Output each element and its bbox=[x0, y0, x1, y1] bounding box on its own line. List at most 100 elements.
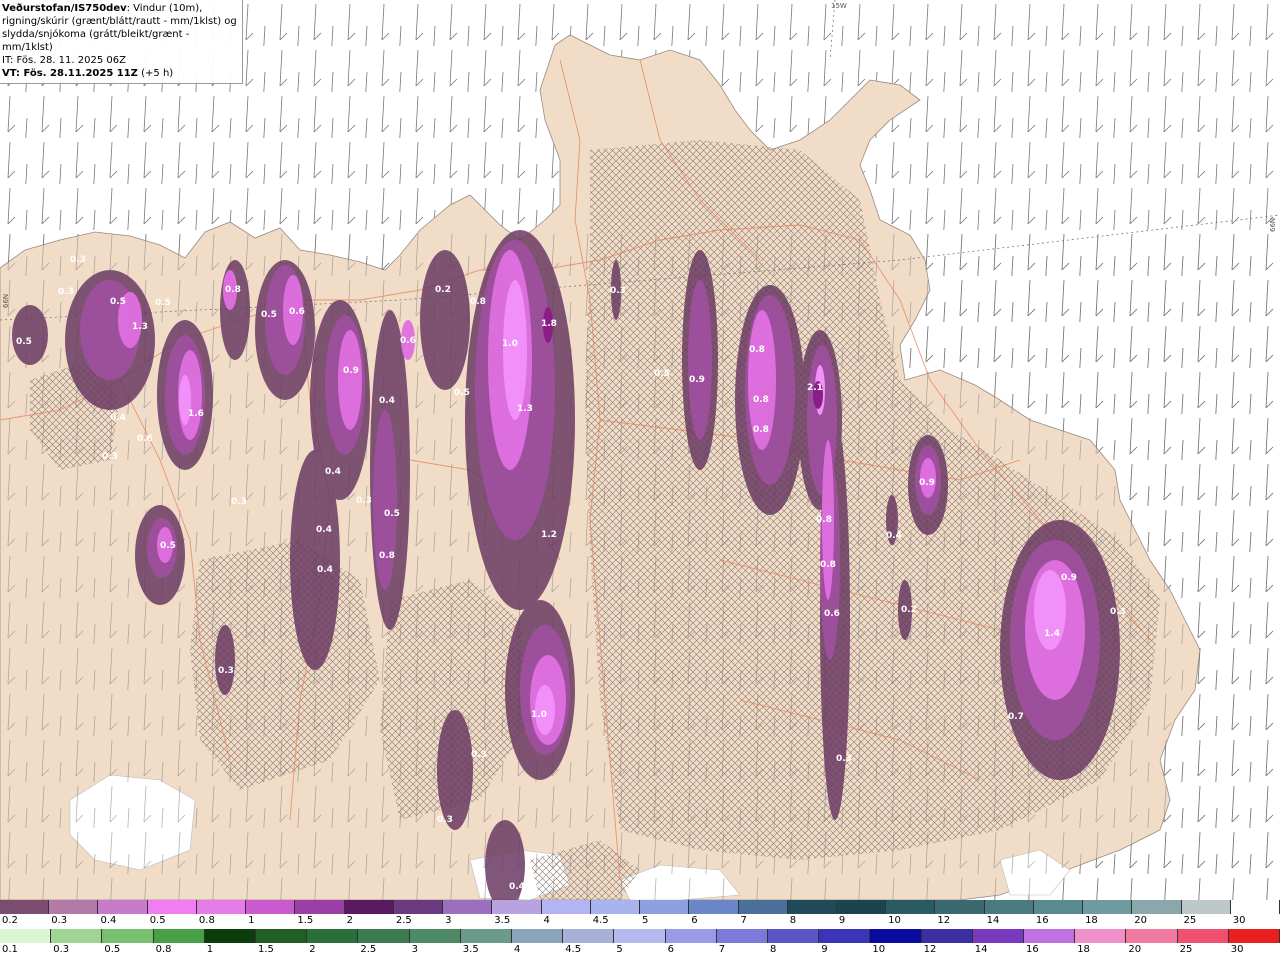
precip-label: 0.3 bbox=[610, 286, 626, 296]
legend-swatch bbox=[541, 900, 591, 914]
legend-swatch bbox=[1181, 900, 1231, 914]
legend-swatch bbox=[0, 929, 52, 943]
precip-label: 0.4 bbox=[509, 882, 525, 892]
legend-value: 1 bbox=[248, 915, 255, 926]
legend-value: 0.3 bbox=[51, 915, 68, 926]
grid-label-right: 66N bbox=[1269, 218, 1277, 232]
snow-legend-labels: 0.2 0.3 0.4 0.5 0.8 1 1.5 2 2.5 3 3.5 4 4.5 5 6 7 8 9 10 12… bbox=[0, 915, 1280, 927]
precip-label: 0.4 bbox=[886, 531, 902, 541]
precip-label: 0.8 bbox=[225, 285, 241, 295]
precip-label: 0.8 bbox=[816, 515, 832, 525]
precip-label: 0.8 bbox=[753, 425, 769, 435]
legend-value: 10 bbox=[888, 915, 901, 926]
precip-label: 0.6 bbox=[824, 609, 840, 619]
precip-label: 0.5 bbox=[110, 297, 126, 307]
legend-swatch bbox=[1230, 900, 1280, 914]
legend-value: 4 bbox=[543, 915, 550, 926]
precip-label: 1.6 bbox=[188, 409, 204, 419]
rain-legend-bar bbox=[0, 929, 1280, 943]
precip-label: 1.0 bbox=[502, 339, 518, 349]
legend-swatch bbox=[870, 929, 922, 943]
legend-swatch bbox=[972, 929, 1025, 943]
legend-swatch bbox=[512, 929, 564, 943]
legend-swatch bbox=[921, 929, 973, 943]
precip-label: 0.4 bbox=[316, 525, 332, 535]
legend-swatch bbox=[787, 900, 837, 914]
grid-label-top: 15W bbox=[831, 2, 847, 10]
legend-swatch bbox=[256, 929, 308, 943]
legend-swatch bbox=[1177, 929, 1229, 943]
legend-value: 9 bbox=[821, 944, 828, 955]
precip-label: 0.3 bbox=[58, 287, 74, 297]
precip-label: 0.3 bbox=[471, 750, 487, 760]
precip-label: 0.9 bbox=[1061, 573, 1077, 583]
weather-map[interactable]: 15W 66N 66N 0.3 0.3 0.5 0.5 1.3 0.5 0.4 … bbox=[0, 0, 1280, 900]
precip-label: 0.4 bbox=[317, 565, 333, 575]
legend-value: 3 bbox=[445, 915, 452, 926]
legend-value: 18 bbox=[1077, 944, 1090, 955]
legend-swatch bbox=[443, 900, 493, 914]
legend-swatch bbox=[307, 929, 359, 943]
precip-label: 1.8 bbox=[541, 319, 557, 329]
legend-value: 1.5 bbox=[258, 944, 274, 955]
legend-swatch bbox=[358, 929, 410, 943]
legend-value: 20 bbox=[1134, 915, 1148, 926]
legend-value: 14 bbox=[986, 915, 1000, 926]
legend-value: 7 bbox=[718, 944, 726, 955]
legend-value: 1.5 bbox=[297, 915, 314, 926]
legend-value: 4.5 bbox=[565, 944, 582, 955]
precip-label: 1.0 bbox=[531, 710, 547, 720]
legend-swatch bbox=[819, 929, 871, 943]
precip-label: 0.6 bbox=[400, 336, 416, 346]
legend-swatch bbox=[984, 900, 1034, 914]
legend-value: 16 bbox=[1026, 944, 1039, 955]
legend-swatch bbox=[295, 900, 345, 914]
legend-value: 18 bbox=[1085, 915, 1098, 926]
legend-swatch bbox=[344, 900, 394, 914]
legend-value: 0.5 bbox=[104, 944, 121, 955]
legend-value: 30 bbox=[1232, 915, 1246, 926]
precip-label: 0.3 bbox=[836, 754, 852, 764]
precip-label: 0.4 bbox=[379, 396, 395, 406]
legend-swatch bbox=[836, 900, 887, 914]
legend-swatch bbox=[102, 929, 154, 943]
valid-time-line: VT: Fös. 28.11.2025 11Z (+5 h) bbox=[2, 67, 240, 80]
grid-label-left: 66N bbox=[2, 294, 10, 308]
legend-swatch bbox=[98, 900, 148, 914]
legend-value: 12 bbox=[937, 915, 951, 926]
legend-value: 2 bbox=[346, 915, 353, 926]
legend-swatch bbox=[460, 929, 513, 943]
legend-value: 20 bbox=[1128, 944, 1142, 955]
legend-swatch bbox=[1132, 900, 1182, 914]
legend-value: 8 bbox=[789, 915, 797, 926]
precip-label: 0.3 bbox=[437, 815, 453, 825]
precip-label: 0.5 bbox=[261, 310, 277, 320]
init-time: IT: Fös. 28. 11. 2025 06Z bbox=[2, 55, 126, 66]
precip-label: 1.3 bbox=[517, 404, 533, 414]
map-info-box: Veðurstofan/IS750dev: Vindur (10m), rign… bbox=[0, 0, 243, 84]
legend-value: 5 bbox=[642, 915, 649, 926]
precip-label: 0.5 bbox=[155, 298, 171, 308]
legend-swatch bbox=[640, 900, 690, 914]
title-rest: : Vindur (10m), bbox=[126, 3, 203, 14]
precip-label: 0.9 bbox=[919, 478, 935, 488]
precip-label: 0.9 bbox=[343, 366, 359, 376]
legend-swatch bbox=[1126, 929, 1178, 943]
description-line-2: rigning/skúrir (grænt/blátt/rautt - mm/1… bbox=[2, 16, 237, 27]
legend-swatch bbox=[196, 900, 247, 914]
legend-swatch bbox=[665, 929, 717, 943]
precip-label: 0.4 bbox=[110, 413, 126, 423]
precip-label: 0.6 bbox=[289, 307, 305, 317]
legend-swatch bbox=[51, 929, 103, 943]
legend-value: 6 bbox=[667, 944, 674, 955]
precip-label: 0.3 bbox=[1110, 607, 1126, 617]
precip-label: 0.8 bbox=[470, 297, 486, 307]
legend-swatch bbox=[738, 900, 788, 914]
legend-value: 0.3 bbox=[53, 944, 70, 955]
legend-swatch bbox=[716, 929, 769, 943]
precip-label: 0.7 bbox=[1008, 712, 1024, 722]
precip-label: 0.3 bbox=[218, 666, 234, 676]
legend-value: 3.5 bbox=[462, 944, 479, 955]
legend-value: 14 bbox=[974, 944, 988, 955]
legend-value: 4 bbox=[514, 944, 521, 955]
